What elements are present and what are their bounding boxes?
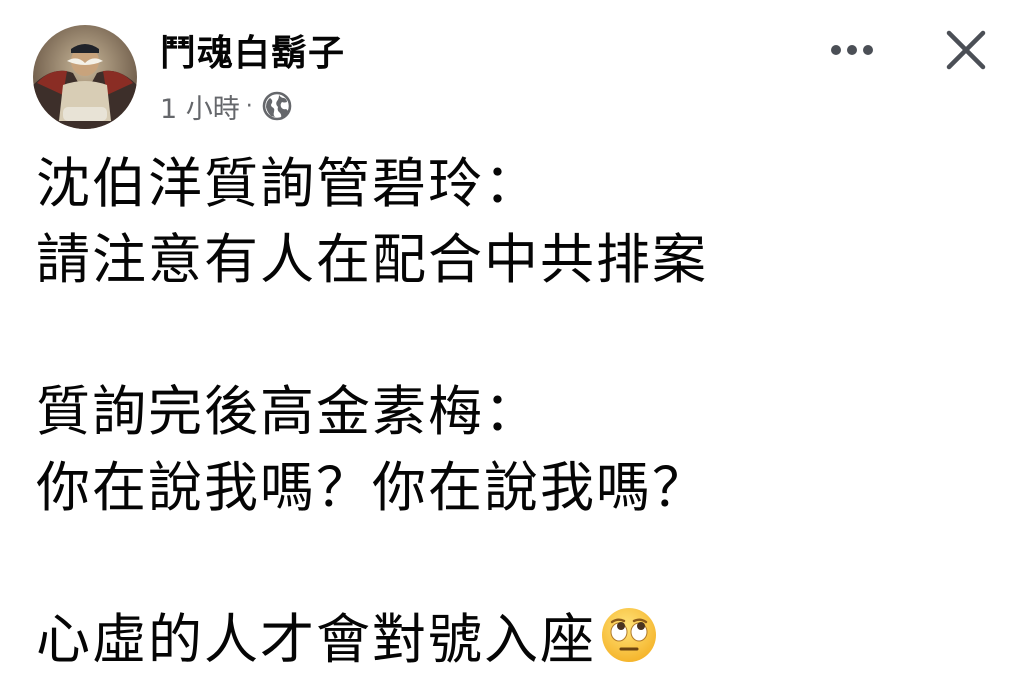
post-line: 沈伯洋質詢管碧玲：	[36, 152, 540, 215]
author-name[interactable]: 鬥魂白鬍子	[160, 30, 345, 78]
globe-icon[interactable]	[261, 90, 293, 122]
post-line: 質詢完後高金素梅：	[36, 380, 540, 443]
post-line: 你在說我嗎？你在說我嗎？	[36, 456, 708, 519]
more-options-button[interactable]	[826, 30, 878, 70]
rolling-eyes-emoji-icon	[600, 606, 658, 664]
more-horizontal-icon	[831, 45, 873, 55]
post-last-line: 心虛的人才會對號入座	[36, 602, 996, 678]
post-timestamp[interactable]: 1 小時	[160, 87, 240, 126]
facebook-post: 鬥魂白鬍子 1 小時 · 沈伯洋質詢管碧玲： 請注意有人在配合中共排案 質詢完後…	[0, 0, 1024, 682]
meta-separator: ·	[245, 93, 253, 119]
post-body: 沈伯洋質詢管碧玲： 請注意有人在配合中共排案 質詢完後高金素梅： 你在說我嗎？你…	[36, 146, 996, 678]
close-post-button[interactable]	[940, 24, 992, 76]
avatar-image	[33, 25, 137, 129]
post-meta: 1 小時 ·	[160, 86, 293, 126]
author-avatar[interactable]	[33, 25, 137, 129]
post-line: 請注意有人在配合中共排案	[36, 228, 708, 291]
post-line: 心虛的人才會對號入座	[36, 608, 596, 671]
close-icon	[946, 30, 986, 70]
